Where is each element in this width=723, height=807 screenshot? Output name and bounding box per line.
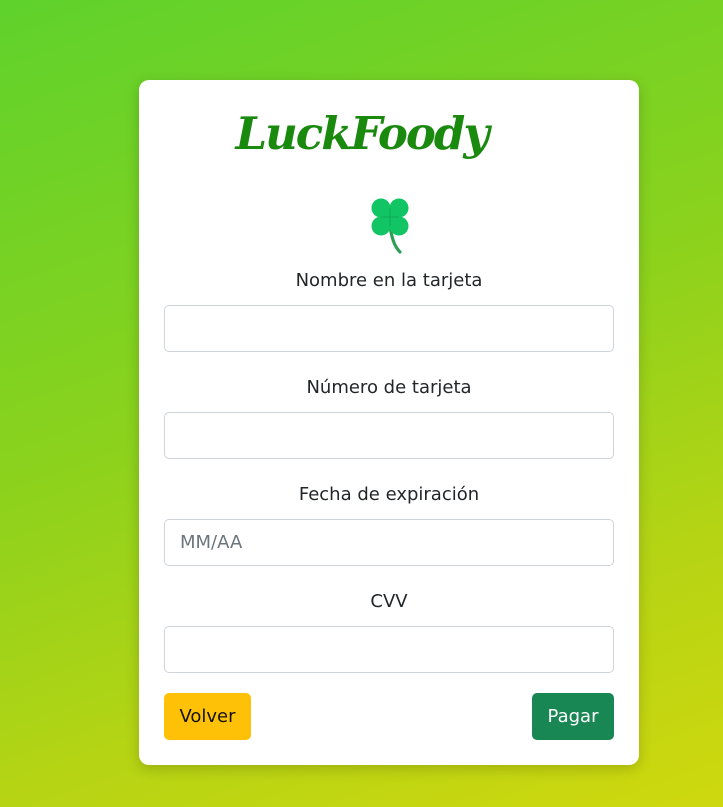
cvv-input[interactable] [164,626,614,673]
brand-logo: LuckFoody [235,107,489,160]
card-number-input[interactable] [164,412,614,459]
expiry-label: Fecha de expiración [298,484,480,505]
back-button[interactable]: Volver [164,693,251,740]
card-name-input[interactable] [164,305,614,352]
card-name-label: Nombre en la tarjeta [295,270,483,291]
pay-button[interactable]: Pagar [532,693,614,740]
four-leaf-clover-icon [371,198,409,254]
card-number-label: Número de tarjeta [306,377,472,398]
expiry-input[interactable] [164,519,614,566]
cvv-label: CVV [370,591,408,612]
